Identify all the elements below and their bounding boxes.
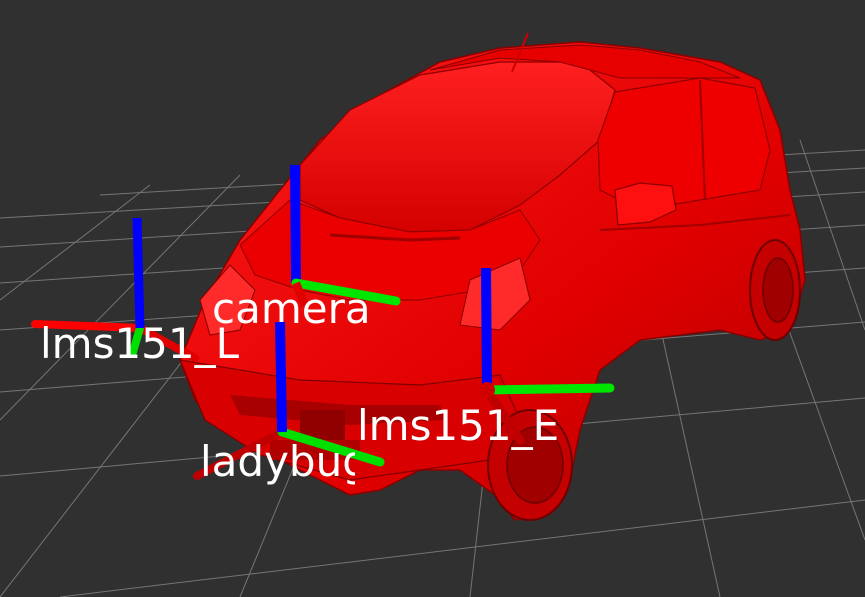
y-axis xyxy=(482,383,615,395)
z-axis xyxy=(132,217,145,329)
3d-viewport[interactable]: lms151_L camera ladybug lms151_E xyxy=(0,0,865,597)
z-axis xyxy=(290,164,301,284)
z-axis xyxy=(481,267,492,391)
frame-label-lms151-l: lms151_L xyxy=(40,319,240,368)
frame-label-ladybug: ladybug xyxy=(200,437,369,486)
scene-canvas[interactable]: lms151_L camera ladybug lms151_E xyxy=(0,0,865,597)
frame-label-camera: camera xyxy=(212,284,371,333)
z-axis xyxy=(275,321,287,433)
frame-label-lms151-e: lms151_E xyxy=(357,401,559,450)
